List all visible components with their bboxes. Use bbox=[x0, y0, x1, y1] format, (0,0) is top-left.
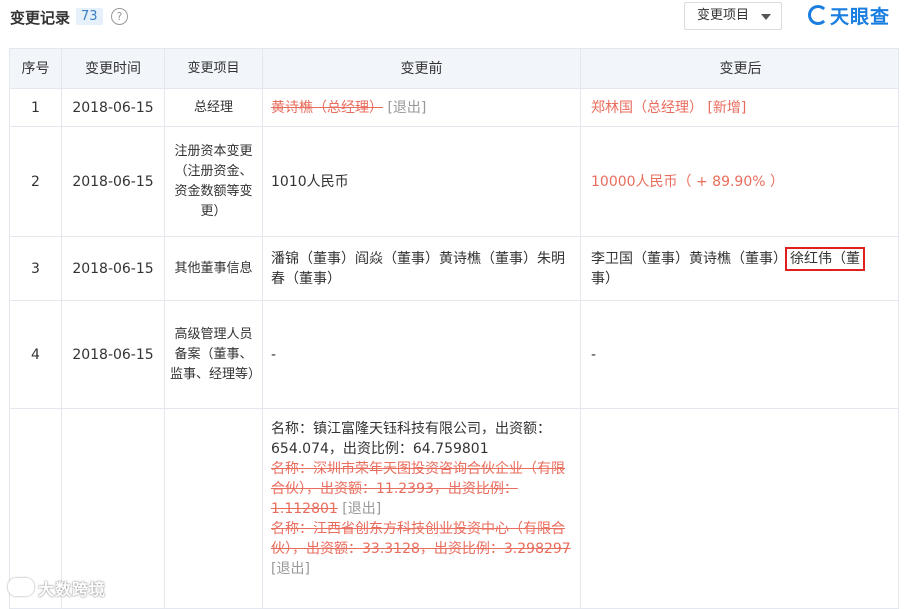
col-header-item: 变更项目 bbox=[164, 48, 263, 89]
row-item bbox=[164, 408, 263, 609]
row-item: 其他董事信息 bbox=[164, 236, 263, 301]
row-num: 2 bbox=[9, 126, 62, 237]
row-num: 1 bbox=[9, 88, 62, 127]
new-tag: [新增] bbox=[707, 99, 747, 116]
highlight-box: 徐红伟（董 bbox=[785, 246, 865, 271]
table-header-row: 序号 变更时间 变更项目 变更前 变更后 bbox=[9, 48, 899, 89]
row-before: - bbox=[262, 300, 581, 409]
table-row: 1 2018-06-15 总经理 黄诗樵（总经理） [退出] 郑林国（总经理） … bbox=[9, 88, 899, 127]
row-num: 3 bbox=[9, 236, 62, 301]
after-text-end: 事） bbox=[591, 270, 619, 287]
row-after: 郑林国（总经理） [新增] bbox=[580, 88, 899, 127]
section-header: 变更记录 73 ? 变更项目 天眼查 bbox=[0, 0, 908, 36]
brand-name: 天眼查 bbox=[830, 6, 891, 28]
tianyancha-logo-icon bbox=[808, 5, 828, 25]
filter-dropdown-label: 变更项目 bbox=[697, 8, 750, 23]
row-after bbox=[580, 408, 899, 609]
exit-tag: [退出] bbox=[271, 561, 310, 577]
exit-tag: [退出] bbox=[387, 99, 427, 116]
removed-shareholder-entry: 名称：深圳市荣年天图投资咨询合伙企业（有限合伙），出资额：11.2393，出资比… bbox=[271, 459, 572, 519]
row-item: 总经理 bbox=[164, 88, 263, 127]
row-date: 2018-06-15 bbox=[61, 236, 165, 301]
removed-entry: 名称：江西省创东方科技创业投资中心（有限合伙），出资额：33.3128，出资比例… bbox=[271, 521, 571, 557]
table-row: 2 2018-06-15 注册资本变更（注册资金、资金数额等变更） 1010人民… bbox=[9, 126, 899, 237]
table-row: 3 2018-06-15 其他董事信息 潘锦（董事）阎焱（董事）黄诗樵（董事）朱… bbox=[9, 236, 899, 301]
col-header-after: 变更后 bbox=[580, 48, 899, 89]
row-after: 李卫国（董事）黄诗樵（董事） 徐红伟（董事） bbox=[580, 236, 899, 301]
removed-shareholder-entry: 名称：江西省创东方科技创业投资中心（有限合伙），出资额：33.3128，出资比例… bbox=[271, 519, 572, 579]
col-header-date: 变更时间 bbox=[61, 48, 165, 89]
row-date: 2018-06-15 bbox=[61, 300, 165, 409]
change-item-filter-dropdown[interactable]: 变更项目 bbox=[684, 2, 782, 30]
brand-logo[interactable]: 天眼查 bbox=[808, 2, 890, 29]
row-before: 潘锦（董事）阎焱（董事）黄诗樵（董事）朱明春（董事） bbox=[262, 236, 581, 301]
help-icon[interactable]: ? bbox=[111, 8, 128, 25]
watermark: 大数跨境 bbox=[8, 576, 106, 600]
row-item: 注册资本变更（注册资金、资金数额等变更） bbox=[164, 126, 263, 237]
section-title: 变更记录 bbox=[10, 9, 71, 27]
added-entry: 郑林国（总经理） bbox=[591, 99, 703, 116]
watermark-text: 大数跨境 bbox=[38, 580, 107, 599]
row-before: 黄诗樵（总经理） [退出] bbox=[262, 88, 581, 127]
row-after: - bbox=[580, 300, 899, 409]
shareholder-entry: 名称：镇江富隆天钰科技有限公司，出资额：654.074，出资比例：64.7598… bbox=[271, 421, 551, 457]
row-before: 1010人民币 bbox=[262, 126, 581, 237]
row-item: 高级管理人员备案（董事、监事、经理等） bbox=[164, 300, 263, 409]
record-count-badge: 73 bbox=[76, 8, 103, 25]
removed-entry: 黄诗樵（总经理） bbox=[271, 99, 383, 116]
change-records-table: 序号 变更时间 变更项目 变更前 变更后 1 2018-06-15 总经理 黄诗… bbox=[9, 48, 899, 609]
watermark-logo-icon bbox=[8, 578, 34, 596]
row-date: 2018-06-15 bbox=[61, 88, 165, 127]
row-num: 4 bbox=[9, 300, 62, 409]
row-after: 10000人民币（ + 89.90% ） bbox=[580, 126, 899, 237]
table-row: 4 2018-06-15 高级管理人员备案（董事、监事、经理等） - - bbox=[9, 300, 899, 409]
col-header-before: 变更前 bbox=[262, 48, 581, 89]
table-row: 名称：镇江富隆天钰科技有限公司，出资额：654.074，出资比例：64.7598… bbox=[9, 408, 899, 609]
row-date: 2018-06-15 bbox=[61, 126, 165, 237]
caret-down-icon bbox=[761, 14, 771, 20]
row-before: 名称：镇江富隆天钰科技有限公司，出资额：654.074，出资比例：64.7598… bbox=[262, 408, 581, 609]
removed-entry: 名称：深圳市荣年天图投资咨询合伙企业（有限合伙），出资额：11.2393，出资比… bbox=[271, 461, 565, 517]
exit-tag: [退出] bbox=[342, 501, 382, 517]
after-text-start: 李卫国（董事）黄诗樵（董事） bbox=[591, 250, 787, 267]
col-header-num: 序号 bbox=[9, 48, 62, 89]
